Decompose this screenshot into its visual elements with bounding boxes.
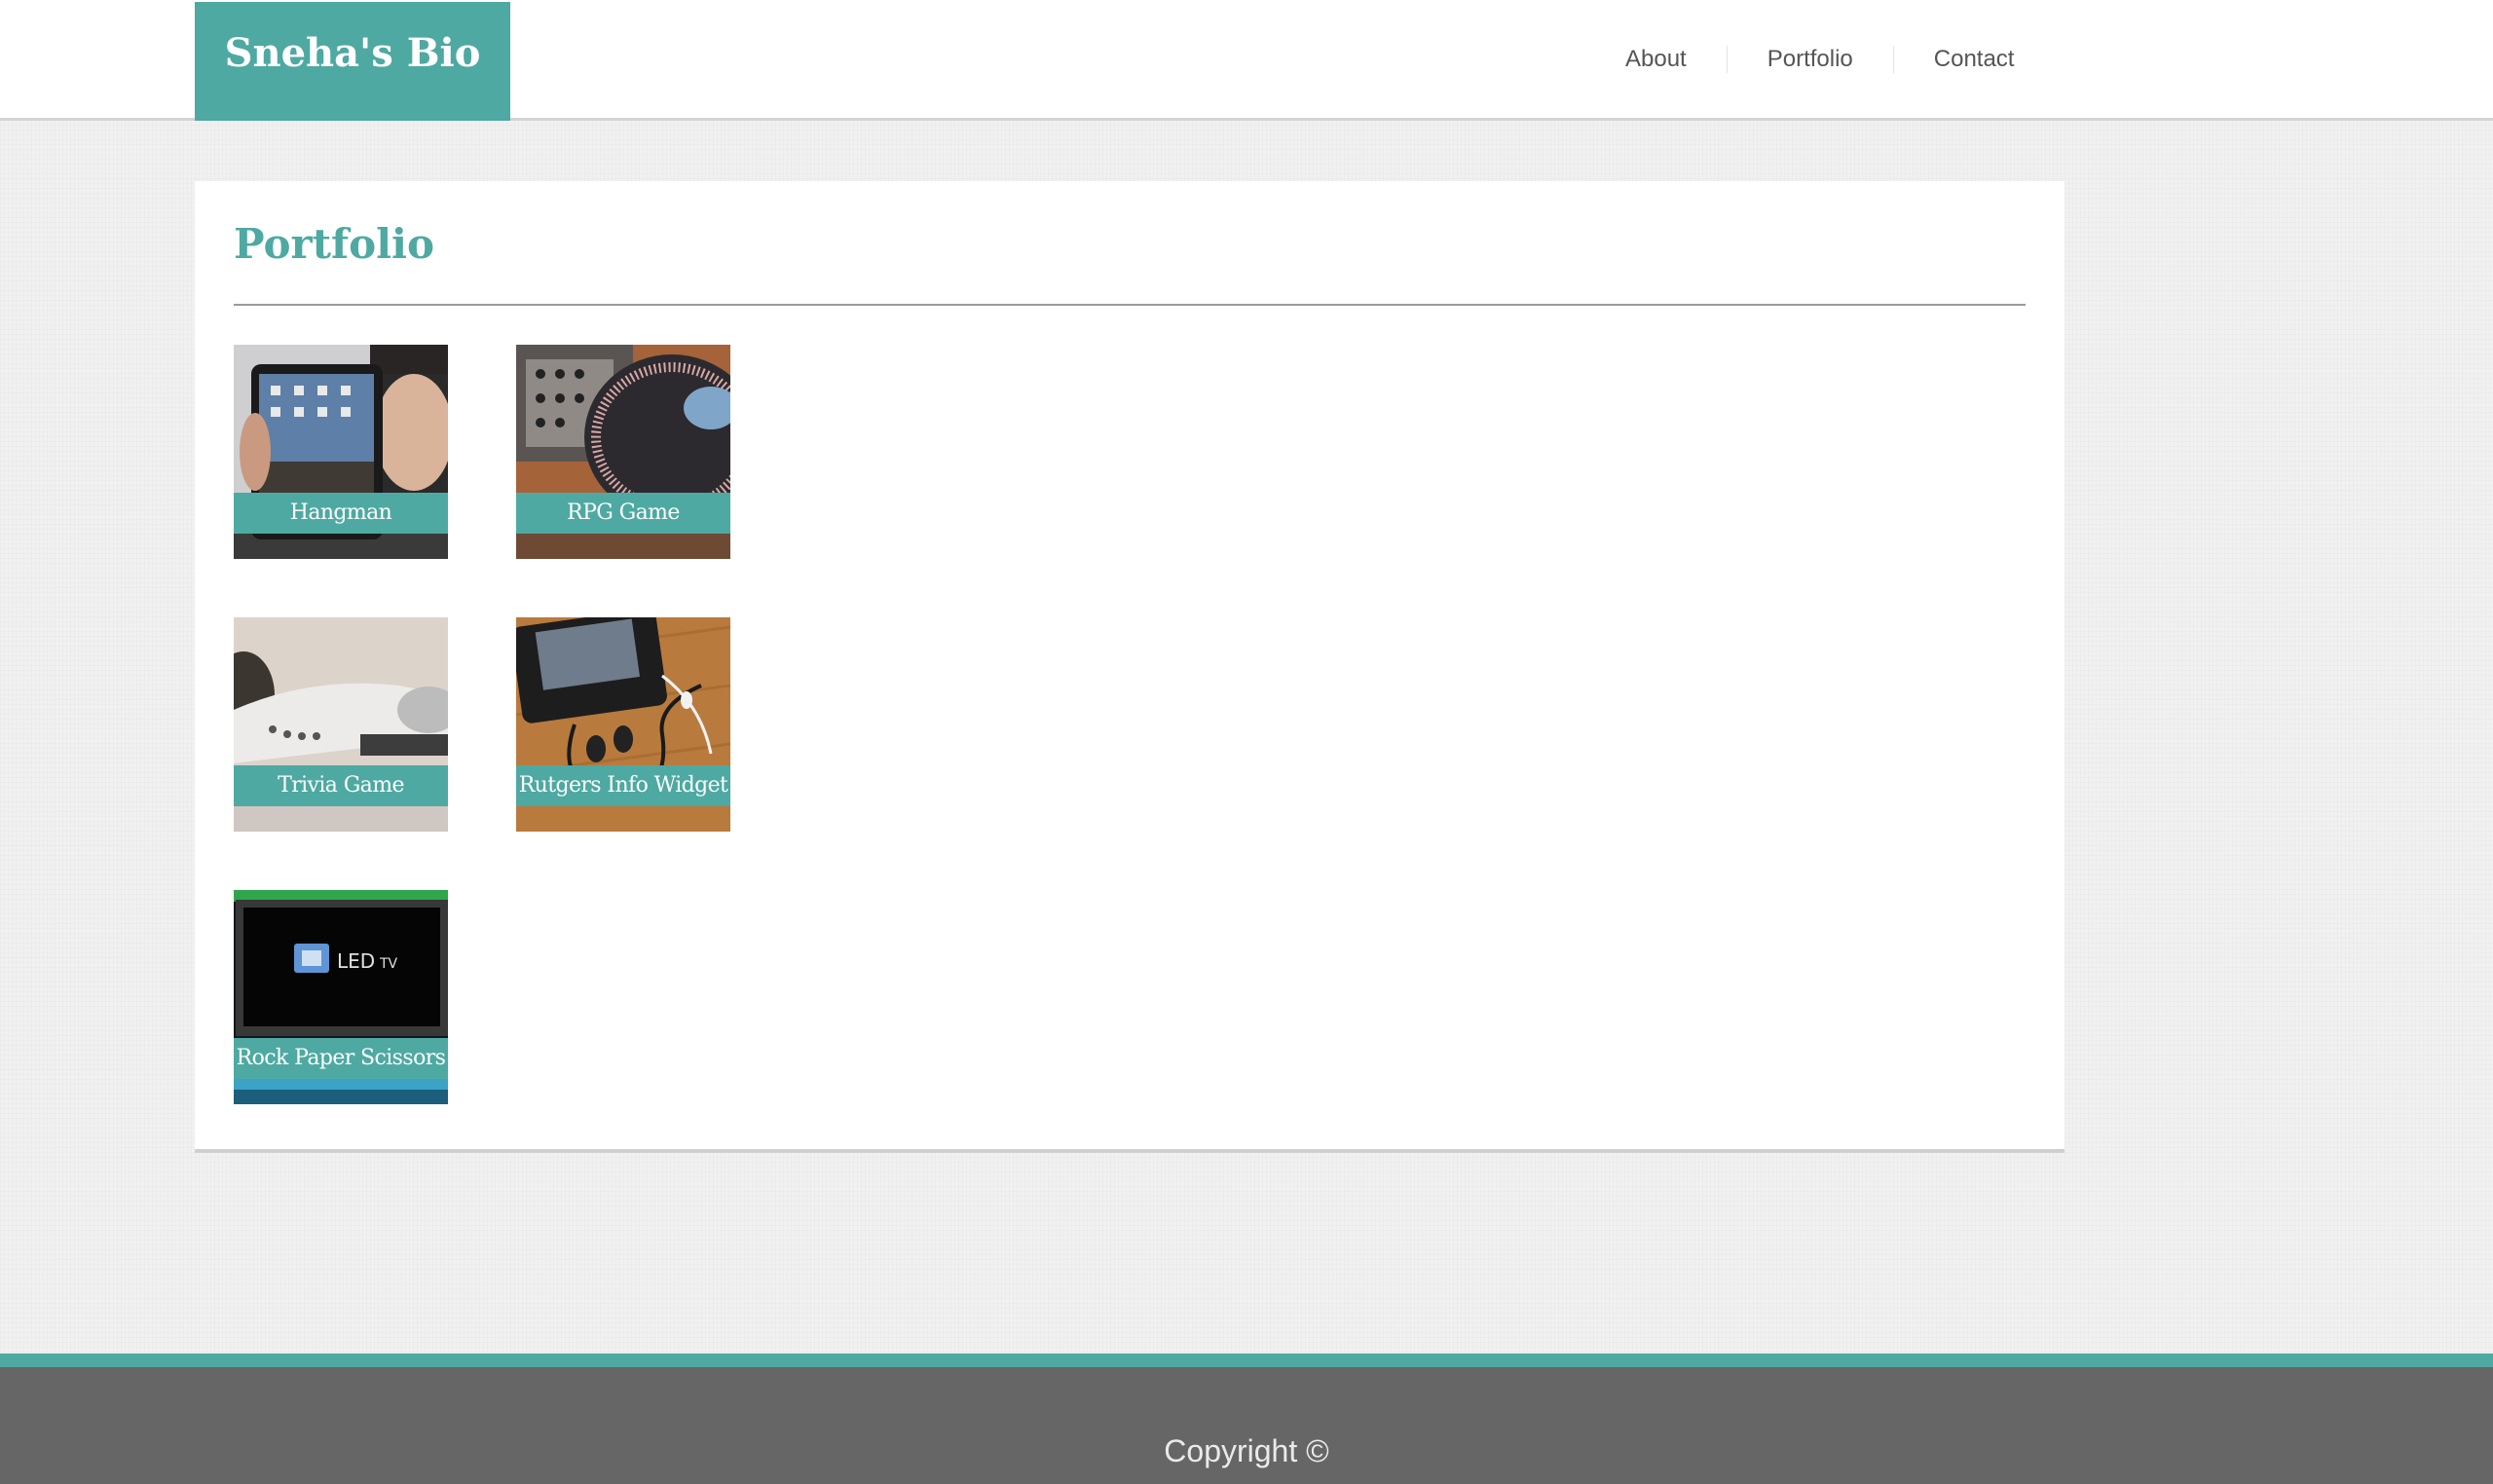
page-title: Portfolio xyxy=(234,220,435,268)
site-footer: Copyright © xyxy=(0,1367,2493,1484)
nav-portfolio[interactable]: Portfolio xyxy=(1728,45,1893,74)
svg-text:LED: LED xyxy=(337,949,375,973)
project-tile-hangman[interactable]: Hangman xyxy=(234,345,448,559)
site-header: Sneha's Bio About Portfolio Contact xyxy=(0,0,2493,121)
project-label: Rock Paper Scissors xyxy=(234,1038,448,1079)
nav-about[interactable]: About xyxy=(1585,45,1727,74)
brand-logo[interactable]: Sneha's Bio xyxy=(195,2,510,121)
project-label: RPG Game xyxy=(516,493,730,534)
portfolio-panel: Portfolio Hangman RPG Game Trivia Game R… xyxy=(195,181,2065,1153)
main-nav: About Portfolio Contact xyxy=(1585,0,2054,118)
project-tile-rpg-game[interactable]: RPG Game xyxy=(516,345,730,559)
project-tile-rutgers-info-widget[interactable]: Rutgers Info Widget xyxy=(516,617,730,832)
nav-contact[interactable]: Contact xyxy=(1894,45,2055,74)
title-divider xyxy=(234,304,2026,306)
project-label: Trivia Game xyxy=(234,765,448,806)
copyright-text: Copyright © xyxy=(1164,1433,1329,1468)
project-tile-rock-paper-scissors[interactable]: LED TV Rock Paper Scissors xyxy=(234,890,448,1104)
footer-accent-bar xyxy=(0,1354,2493,1367)
svg-text:TV: TV xyxy=(379,956,398,972)
project-label: Rutgers Info Widget xyxy=(516,765,730,806)
project-label: Hangman xyxy=(234,493,448,534)
project-tile-trivia-game[interactable]: Trivia Game xyxy=(234,617,448,832)
